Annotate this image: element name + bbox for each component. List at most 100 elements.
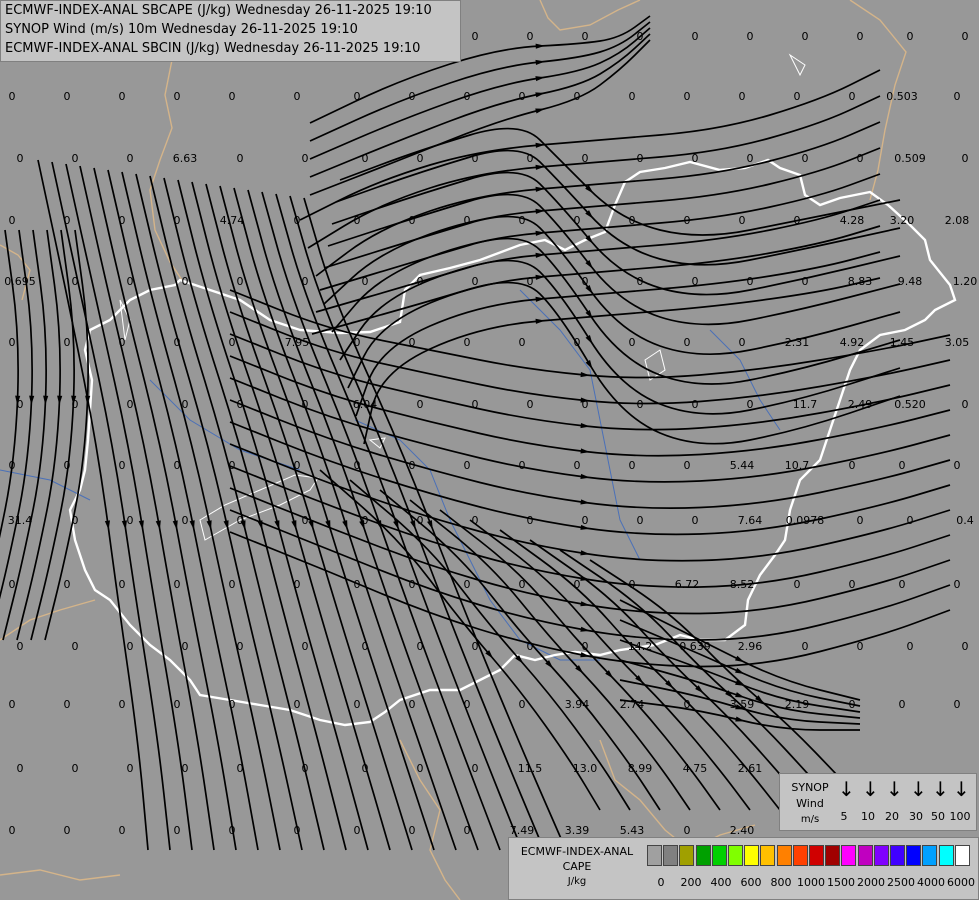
cape-value-label: 0 (417, 152, 424, 165)
cape-value-label: 0 (294, 824, 301, 837)
cape-value-label: 0 (857, 152, 864, 165)
cape-value-label: 0 (747, 152, 754, 165)
cape-value-label: 0 (637, 30, 644, 43)
cape-value-label: 0 (684, 90, 691, 103)
cape-value-label: 0 (417, 398, 424, 411)
cape-value-label: 0 (527, 152, 534, 165)
cape-legend-title-3: J/kg (567, 876, 587, 887)
cape-value-label: 0 (182, 640, 189, 653)
cape-value-label: 0 (119, 824, 126, 837)
cape-value-label: 0 (354, 90, 361, 103)
weather-map: 0 0 0 0 0 0 0 0 0 0 0 0 0 0 0 0 0 0 0 0 0 0 0 0 0 0 0.503 0 0 0 0 6.63 0… (0, 0, 979, 900)
cape-value-label: 2.61 (738, 762, 763, 775)
cape-value-label: 0 (747, 398, 754, 411)
cape-value-label: 0 (127, 398, 134, 411)
cape-value-label: 0 (409, 698, 416, 711)
cape-value-label: 0 (362, 275, 369, 288)
cape-value-label: 0 (574, 90, 581, 103)
cape-value-label: 0 (362, 762, 369, 775)
cape-color-swatch (776, 845, 792, 866)
cape-value-label: 0 (409, 90, 416, 103)
cape-value-label: 1.20 (953, 275, 978, 288)
cape-value-label: 0 (174, 459, 181, 472)
cape-value-label: 0 (519, 578, 526, 591)
cape-value-label: 4.75 (683, 762, 708, 775)
cape-value-label: 0 (794, 578, 801, 591)
cape-value-label: 3.59 (730, 698, 755, 711)
cape-value-label: 0 (302, 152, 309, 165)
cape-value-label: 2.96 (738, 640, 763, 653)
cape-value-label: 0 (629, 214, 636, 227)
cape-value-label: 4.92 (840, 336, 865, 349)
cape-value-label: 0 (464, 90, 471, 103)
cape-value-label: 0.520 (894, 398, 926, 411)
wind-arrow-icon: ↓ (886, 777, 903, 801)
cape-value-label: 9.48 (898, 275, 923, 288)
cape-value-label: 0 (954, 698, 961, 711)
cape-value-label: 0 (182, 275, 189, 288)
cape-value-label: 0 (794, 90, 801, 103)
cape-value-label: 0.503 (886, 90, 918, 103)
cape-value-label: 4.74 (220, 214, 245, 227)
cape-color-swatch (954, 845, 970, 866)
cape-value-label: 6.63 (173, 152, 198, 165)
cape-value-label: 0 (119, 459, 126, 472)
cape-value-label: 0 (954, 578, 961, 591)
cape-value-label: 3.39 (565, 824, 590, 837)
cape-value-label: 0 (849, 698, 856, 711)
cape-legend-title: ECMWF-INDEX-ANAL CAPE J/kg (513, 844, 641, 889)
cape-color-swatch (679, 845, 695, 866)
cape-value-label: 0 (237, 275, 244, 288)
cape-value-label: 0 (182, 398, 189, 411)
cape-value-label: 0 (119, 336, 126, 349)
cape-value-label: 0 (72, 398, 79, 411)
cape-color-swatch (922, 845, 938, 866)
cape-value-label: 0 (637, 514, 644, 527)
cape-value-label: 0 (849, 578, 856, 591)
cape-value-label: 0 (899, 578, 906, 591)
cape-value-label: 4.28 (840, 214, 865, 227)
cape-value-label: 0 (64, 578, 71, 591)
cape-value-label: 0 (229, 824, 236, 837)
cape-value-label: 0 (409, 459, 416, 472)
cape-value-label: 0 (119, 698, 126, 711)
cape-value-label: 0 (582, 514, 589, 527)
cape-value-label: 0 (962, 640, 969, 653)
cape-value-label: 0 (294, 90, 301, 103)
cape-value-label: 5.43 (620, 824, 645, 837)
cape-value-label: 0 (907, 514, 914, 527)
cape-value-label: 3.05 (945, 336, 970, 349)
cape-value-label: 0 (747, 275, 754, 288)
cape-value-label: 0 (962, 152, 969, 165)
cape-value-label: 0 (72, 640, 79, 653)
cape-value-label: 0 (409, 578, 416, 591)
cape-value-label: 0 (9, 90, 16, 103)
cape-value-label: 0 (629, 336, 636, 349)
header-line-sbcape: ECMWF-INDEX-ANAL SBCAPE (J/kg) Wednesday… (5, 3, 432, 18)
cape-value-label: 0 (409, 336, 416, 349)
cape-value-label: 8.99 (628, 762, 653, 775)
cape-value-label: 0 (174, 90, 181, 103)
cape-value-label: 0 (362, 152, 369, 165)
cape-value-label: 0 (72, 275, 79, 288)
cape-value-label: 3.20 (890, 214, 915, 227)
cape-value-label: 0 (907, 30, 914, 43)
cape-value-label: 0 (962, 398, 969, 411)
cape-value-label: 0 (472, 398, 479, 411)
cape-color-swatch (841, 845, 857, 866)
cape-color-swatch (809, 845, 824, 866)
cape-value-label: 0 (574, 214, 581, 227)
cape-value-label: 0 (802, 30, 809, 43)
cape-value-label: 0 (582, 30, 589, 43)
cape-value-label: 2.31 (785, 336, 810, 349)
cape-value-label: 0 (684, 336, 691, 349)
cape-value-label: 0 (472, 762, 479, 775)
cape-value-label: 0 (174, 824, 181, 837)
cape-value-label: 0 (684, 824, 691, 837)
cape-value-label: 0 (9, 824, 16, 837)
cape-scale-label: 6000 (947, 876, 975, 889)
cape-value-label: 0 (174, 578, 181, 591)
cape-value-label: 0 (739, 90, 746, 103)
cape-value-label: 0 (464, 698, 471, 711)
cape-value-label: 0 (849, 90, 856, 103)
